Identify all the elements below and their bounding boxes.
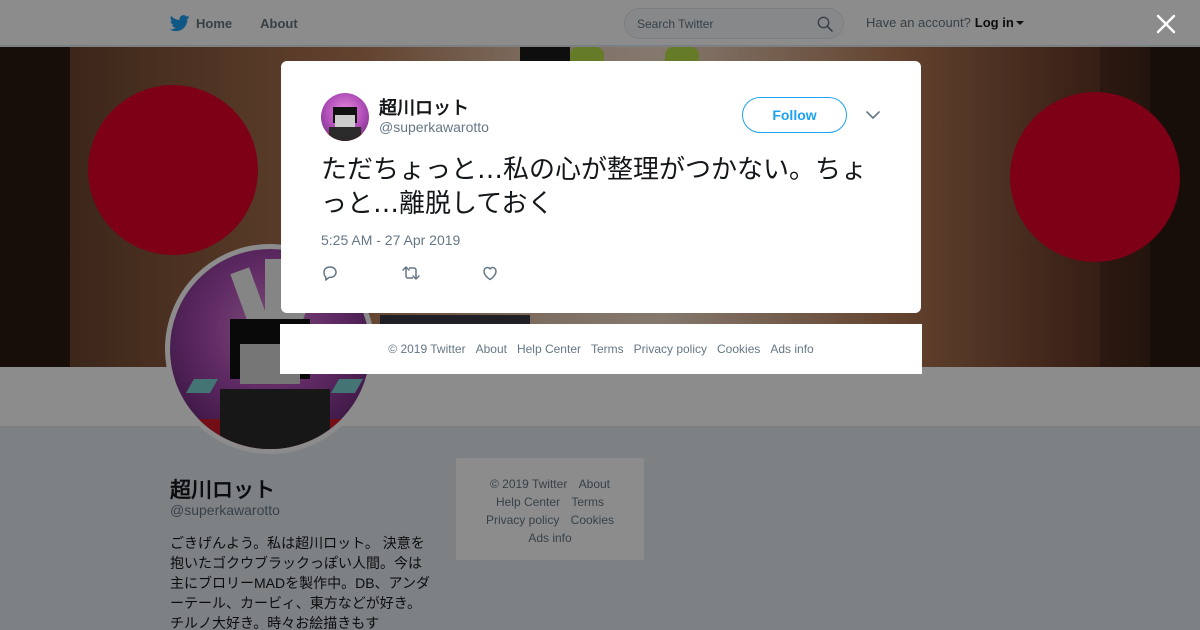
tweet-author-handle[interactable]: @superkawarotto <box>379 119 489 135</box>
follow-button[interactable]: Follow <box>742 97 847 133</box>
modal-footer-privacy-link[interactable]: Privacy policy <box>634 342 707 356</box>
modal-footer-cookies-link[interactable]: Cookies <box>717 342 760 356</box>
reply-icon[interactable] <box>321 264 401 282</box>
tweet-author-name[interactable]: 超川ロット <box>379 94 469 120</box>
modal-footer-about-link[interactable]: About <box>476 342 507 356</box>
tweet-modal: 超川ロット @superkawarotto Follow ただちょっと…私の心が… <box>281 61 921 313</box>
modal-footer: © 2019 Twitter About Help Center Terms P… <box>280 324 922 374</box>
heart-icon[interactable] <box>481 264 561 282</box>
modal-footer-ads-link[interactable]: Ads info <box>770 342 813 356</box>
modal-footer-help-link[interactable]: Help Center <box>517 342 581 356</box>
close-icon[interactable] <box>1153 11 1179 37</box>
retweet-icon[interactable] <box>401 264 481 282</box>
modal-footer-copyright: © 2019 Twitter <box>388 342 466 356</box>
tweet-text: ただちょっと…私の心が整理がつかない。ちょっと…離脱しておく <box>321 155 868 219</box>
tweet-timestamp[interactable]: 5:25 AM - 27 Apr 2019 <box>321 232 460 248</box>
tweet-author-avatar[interactable] <box>321 93 369 141</box>
modal-footer-terms-link[interactable]: Terms <box>591 342 624 356</box>
chevron-down-icon[interactable] <box>865 109 881 121</box>
tweet-actions <box>321 264 561 282</box>
